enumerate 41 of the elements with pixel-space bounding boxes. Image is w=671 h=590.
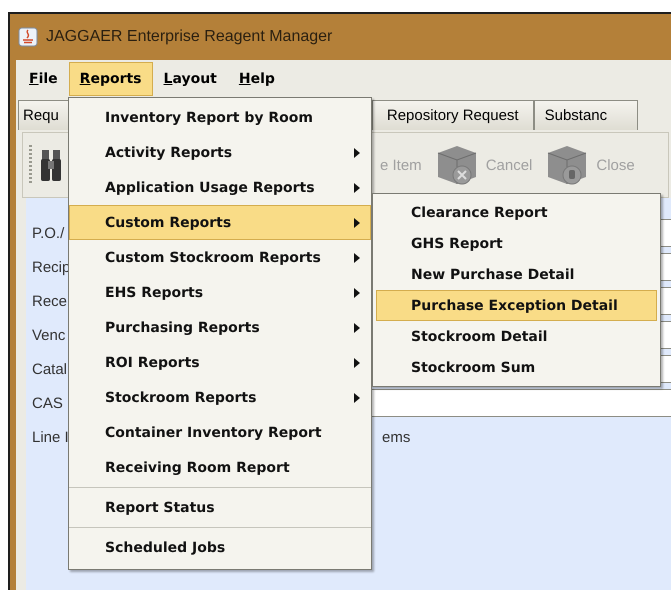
tab[interactable]: Repository Request [372, 100, 534, 130]
menu-item[interactable]: Custom Stockroom Reports [69, 240, 371, 275]
arrow-icon [354, 218, 360, 228]
field-label: Catal [32, 360, 68, 378]
arrow-icon [354, 182, 360, 192]
menu-item[interactable]: Purchasing Reports [69, 310, 371, 345]
menu-item[interactable]: ROI Reports [69, 345, 371, 380]
field-text: ems [382, 428, 410, 446]
menu-item[interactable]: Activity Reports [69, 135, 371, 170]
field-label: P.O./ [32, 224, 64, 242]
field-label: Line I [32, 428, 69, 446]
tab[interactable]: Substanc [534, 100, 638, 130]
menu-item[interactable]: Help [228, 62, 286, 96]
arrow-icon [354, 252, 360, 262]
field-label: Rece [32, 292, 68, 310]
field-label: CAS [32, 394, 63, 412]
menu-item[interactable]: Stockroom Sum [376, 352, 657, 383]
menu-item[interactable]: Scheduled Jobs [69, 530, 371, 565]
menu-item[interactable]: New Purchase Detail [376, 259, 657, 290]
arrow-icon [354, 392, 360, 402]
menu-item[interactable]: Clearance Report [376, 197, 657, 228]
arrow-icon [354, 148, 360, 158]
menu-item[interactable]: GHS Report [376, 228, 657, 259]
menu-item[interactable]: Stockroom Detail [376, 321, 657, 352]
menu-item[interactable]: Report Status [69, 490, 371, 525]
arrow-icon [354, 322, 360, 332]
arrow-icon [354, 358, 360, 368]
menu-item[interactable]: Application Usage Reports [69, 170, 371, 205]
field-label: Venc [32, 326, 66, 344]
menu-item[interactable]: Custom Reports [69, 205, 371, 240]
menu-item[interactable]: Purchase Exception Detail [376, 290, 657, 321]
menu-item[interactable]: Layout [152, 62, 228, 96]
window-title: JAGGAER Enterprise Reagent Manager [46, 28, 332, 46]
menu-item[interactable]: EHS Reports [69, 275, 371, 310]
menu-item[interactable]: File [18, 62, 69, 96]
menu-item[interactable]: Receiving Room Report [69, 450, 371, 485]
arrow-icon [354, 288, 360, 298]
app-icon [18, 27, 38, 47]
menu-item[interactable]: Reports [68, 62, 153, 96]
menu-item[interactable]: Stockroom Reports [69, 380, 371, 415]
menu-item[interactable]: Container Inventory Report [69, 415, 371, 450]
